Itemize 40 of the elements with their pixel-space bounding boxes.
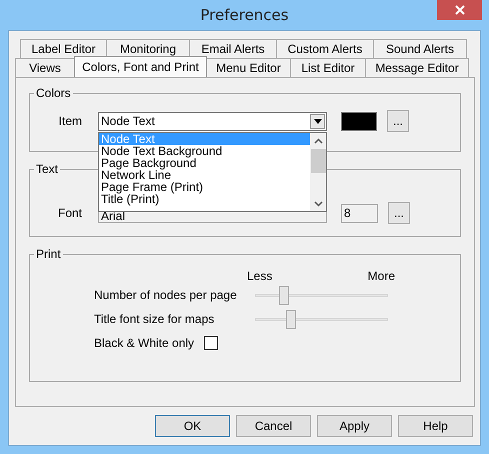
tab[interactable]: Label Editor — [20, 39, 107, 58]
dialog-button[interactable]: Help — [398, 415, 473, 437]
checkbox-label: Black & White only — [94, 336, 194, 350]
scale-label: More — [368, 269, 395, 283]
list-option[interactable]: Page Frame (Print) — [99, 180, 310, 192]
dialog-button[interactable]: Cancel — [236, 415, 311, 437]
list-option[interactable]: Title (Print) — [99, 192, 310, 204]
tab[interactable]: Message Editor — [365, 58, 469, 77]
list-option[interactable]: Network Line — [99, 168, 310, 180]
caret-icon — [314, 118, 322, 124]
slider-label: Title font size for maps — [93, 312, 216, 326]
scroll-down-icon — [314, 200, 322, 206]
checkbox[interactable] — [204, 336, 218, 350]
group-title: Text — [35, 162, 60, 176]
field-label: Font — [56, 206, 82, 220]
tab[interactable]: Sound Alerts — [373, 39, 467, 58]
dialog-button[interactable]: Apply — [317, 415, 392, 437]
browse-button[interactable]: ... — [388, 202, 410, 224]
dialog-button[interactable]: OK — [155, 415, 230, 437]
field-label: Item — [58, 114, 82, 128]
list-option[interactable]: Page Background — [99, 156, 310, 168]
close-icon — [454, 5, 464, 15]
slider-label: Number of nodes per page — [93, 288, 238, 302]
scroll-up-icon — [314, 138, 322, 144]
tab[interactable]: Colors, Font and Print — [74, 56, 207, 77]
scrollbar[interactable] — [310, 132, 326, 210]
slider[interactable] — [255, 286, 388, 304]
close-button[interactable] — [437, 0, 482, 20]
group-title: Colors — [35, 86, 72, 100]
size-field[interactable]: 8 — [341, 204, 378, 222]
browse-button[interactable]: ... — [387, 110, 409, 132]
scale-label: Less — [247, 269, 272, 283]
slider-thumb[interactable] — [279, 286, 290, 304]
window-title: Preferences — [200, 6, 289, 24]
slider-thumb[interactable] — [286, 310, 296, 328]
group-title: Print — [35, 247, 62, 261]
slider[interactable] — [255, 310, 388, 328]
list-option[interactable]: Node Text Background — [99, 144, 310, 156]
tab[interactable]: Views — [15, 58, 75, 77]
color-swatch[interactable] — [341, 112, 377, 130]
